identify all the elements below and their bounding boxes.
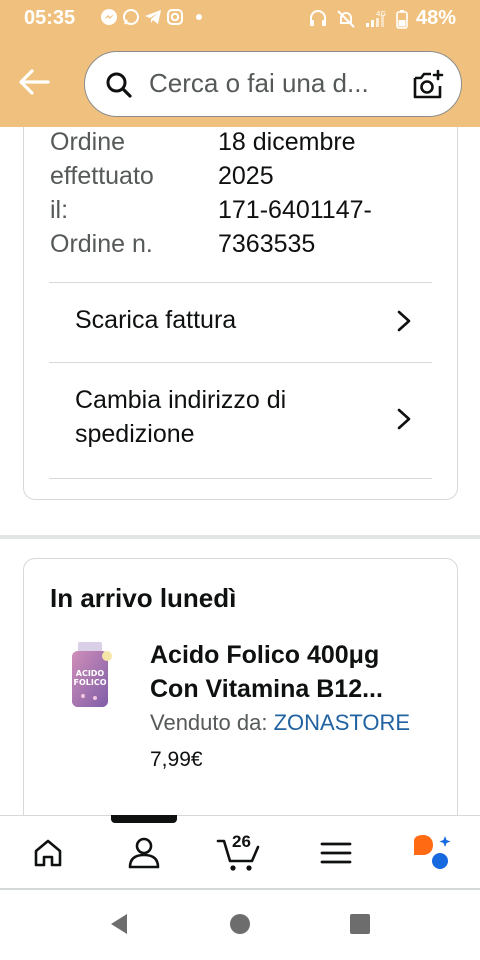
- arrival-heading: In arrivo lunedì: [50, 583, 237, 613]
- order-info-labels: Ordine effettuato il: Ordine n.: [50, 125, 200, 261]
- search-input[interactable]: Cerca o fai una d...: [149, 68, 399, 99]
- product-title-link[interactable]: Acido Folico 400μg Con Vitamina B12...: [150, 638, 440, 706]
- label-line: Cambia indirizzo di: [75, 386, 287, 414]
- status-bar: 05:35 4G 48%: [0, 0, 480, 38]
- download-invoice-row[interactable]: Scarica fattura: [49, 282, 432, 362]
- label-line: spedizione: [75, 420, 195, 448]
- whatsapp-icon: [123, 9, 139, 25]
- camera-search-icon[interactable]: [411, 68, 445, 102]
- telegram-icon: [145, 10, 161, 24]
- label-line: il:: [50, 196, 69, 224]
- mute-icon: [337, 9, 355, 28]
- battery-icon: [396, 9, 408, 29]
- cart-count-badge: 26: [232, 832, 251, 851]
- arrow-left-icon[interactable]: [14, 64, 54, 100]
- search-icon: [106, 72, 132, 98]
- instagram-icon: [167, 9, 183, 25]
- chevron-right-icon: [397, 408, 411, 430]
- back-triangle-icon[interactable]: [107, 912, 131, 936]
- value-line: 2025: [218, 162, 274, 190]
- battery-percent: 48%: [415, 7, 456, 29]
- svg-text:FOLICO: FOLICO: [73, 678, 106, 687]
- app-header: 05:35 4G 48% Cerca o fai una d...: [0, 0, 480, 127]
- label-line: effettuato: [50, 162, 154, 190]
- home-circle-icon[interactable]: [228, 912, 252, 936]
- title-line: Con Vitamina B12...: [150, 675, 383, 703]
- more-notifications-dot: [196, 14, 202, 20]
- value-line: 171-6401147-: [218, 196, 372, 224]
- svg-text:ACIDO: ACIDO: [76, 669, 105, 678]
- label-line: Ordine: [50, 128, 126, 156]
- value-line: 7363535: [218, 230, 316, 258]
- seller-prefix: Venduto da:: [150, 710, 268, 735]
- svg-text:4G: 4G: [376, 10, 386, 18]
- download-invoice-label: Scarica fattura: [75, 306, 237, 334]
- messenger-icon: [101, 9, 117, 25]
- headphones-icon: [309, 9, 326, 26]
- status-time: 05:35: [24, 7, 76, 29]
- home-icon[interactable]: [28, 833, 68, 873]
- recents-square-icon[interactable]: [348, 912, 372, 936]
- system-status: 4G 48%: [308, 7, 456, 30]
- rufus-icon[interactable]: [410, 833, 454, 873]
- order-details-screen: 05:35 4G 48% Cerca o fai una d... Ordine…: [0, 0, 480, 960]
- search-bar[interactable]: Cerca o fai una d...: [84, 51, 462, 117]
- order-info-values: 18 dicembre 2025 171-6401147- 7363535: [218, 125, 438, 261]
- divider: [49, 478, 432, 479]
- product-image[interactable]: ACIDO FOLICO: [65, 640, 115, 710]
- label-line: Ordine n.: [50, 230, 153, 258]
- chevron-right-icon: [397, 310, 411, 332]
- value-line: 18 dicembre: [218, 128, 356, 156]
- account-icon[interactable]: [124, 833, 164, 873]
- change-address-label: Cambia indirizzo di spedizione: [75, 383, 286, 451]
- signal-icon: 4G: [365, 10, 386, 27]
- title-line: Acido Folico 400μg: [150, 641, 380, 669]
- product-price: 7,99€: [150, 748, 203, 771]
- menu-icon[interactable]: [316, 833, 356, 873]
- active-tab-indicator: [111, 815, 177, 823]
- notification-icons: [100, 8, 202, 26]
- change-address-row[interactable]: Cambia indirizzo di spedizione: [49, 362, 432, 478]
- seller-info: Venduto da: ZONASTORE: [150, 710, 410, 736]
- section-divider: [0, 535, 480, 539]
- seller-link[interactable]: ZONASTORE: [274, 710, 411, 735]
